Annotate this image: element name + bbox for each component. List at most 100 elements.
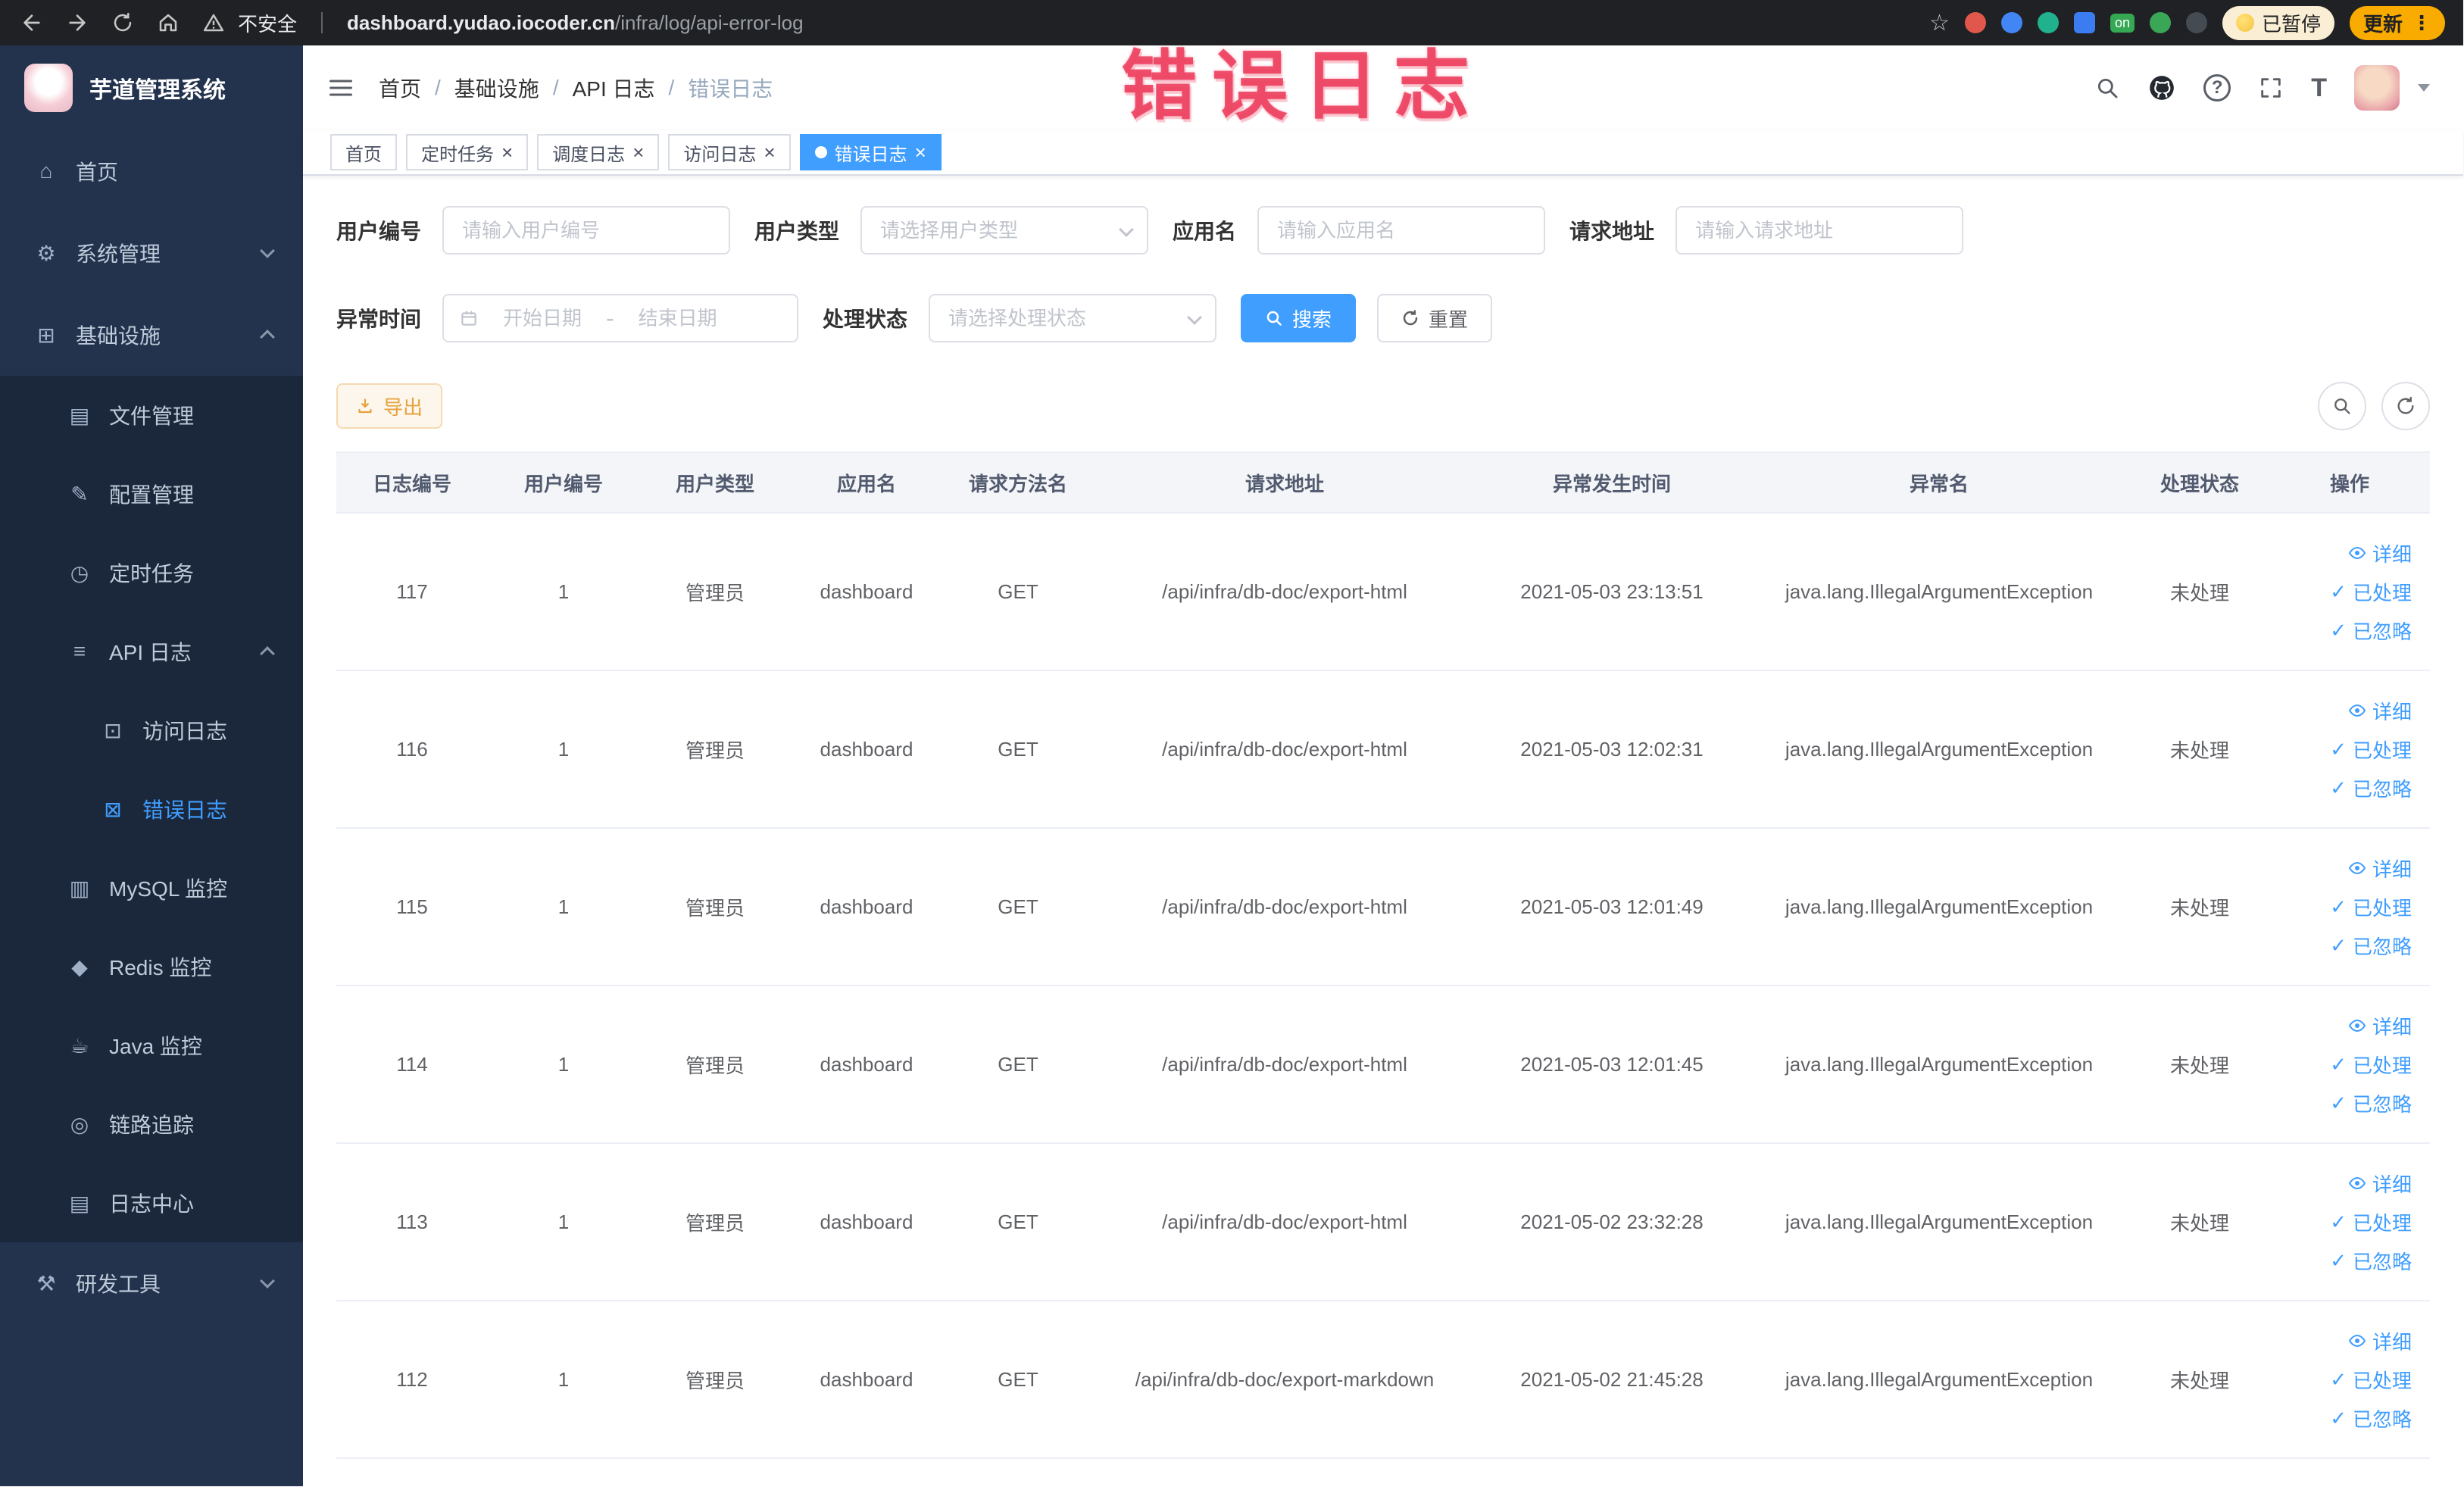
sidebar-item-api-log[interactable]: ≡ API 日志 [0, 612, 303, 691]
address-url[interactable]: dashboard.yudao.iocoder.cn/infra/log/api… [347, 11, 804, 35]
tab-home[interactable]: 首页 [330, 134, 397, 170]
sidebar-item-home[interactable]: ⌂ 首页 [0, 130, 303, 212]
back-icon[interactable] [18, 9, 45, 36]
sidebar-item-infrastructure[interactable]: ⊞ 基础设施 [0, 294, 303, 376]
mark-processed-link[interactable]: ✓ 已处理 [2330, 1051, 2412, 1079]
breadcrumb-home[interactable]: 首页 [379, 73, 421, 103]
download-icon [356, 397, 374, 415]
mark-processed-link[interactable]: ✓ 已处理 [2330, 1208, 2412, 1236]
detail-link[interactable]: 详细 [2348, 1170, 2412, 1198]
browser-update-button[interactable]: 更新 ⋮ [2349, 5, 2445, 40]
sidebar-item-access-log[interactable]: ⊡ 访问日志 [0, 691, 303, 770]
sidebar-item-error-log[interactable]: ⊠ 错误日志 [0, 770, 303, 848]
filter-app-name: 应用名 [1173, 206, 1546, 255]
close-icon[interactable]: × [764, 142, 775, 162]
column-header: 操作 [2269, 451, 2430, 514]
site-security-chip[interactable]: 不安全 [200, 9, 297, 37]
mark-processed-link[interactable]: ✓ 已处理 [2330, 1366, 2412, 1394]
extension-grid-icon[interactable] [2073, 12, 2095, 33]
cell-method: GET [942, 513, 1094, 671]
close-icon[interactable]: × [501, 142, 513, 162]
extension-icon-green[interactable] [2149, 12, 2171, 33]
toggle-search-button[interactable] [2318, 382, 2366, 430]
date-range-picker[interactable]: - [442, 294, 799, 342]
extension-icon-teal[interactable] [2037, 12, 2059, 33]
sidebar-item-cron-job[interactable]: ◷ 定时任务 [0, 533, 303, 612]
help-icon[interactable]: ? [2203, 74, 2231, 102]
check-icon: ✓ [2330, 1367, 2347, 1391]
close-icon[interactable]: × [632, 142, 644, 162]
breadcrumb-api-log[interactable]: API 日志 [573, 73, 655, 103]
cell-user-type: 管理员 [639, 670, 791, 829]
extension-icon-red[interactable] [1964, 12, 1986, 33]
tab-cron-job[interactable]: 定时任务 × [406, 134, 529, 170]
home-icon[interactable] [155, 9, 182, 36]
cell-method: GET [942, 986, 1094, 1144]
avatar-caret-down-icon[interactable] [2418, 84, 2430, 92]
detail-link[interactable]: 详细 [2348, 1012, 2412, 1040]
app-logo[interactable]: 芋道管理系统 [0, 45, 303, 130]
error-log-table: 日志编号 用户编号 用户类型 应用名 请求方法名 请求地址 异常发生时间 异常名… [336, 451, 2430, 1459]
sidebar-item-system-mgmt[interactable]: ⚙ 系统管理 [0, 212, 303, 294]
tab-error-log[interactable]: 错误日志 × [799, 134, 942, 170]
sidebar-item-config-mgmt[interactable]: ✎ 配置管理 [0, 455, 303, 533]
sidebar-item-mysql-monitor[interactable]: ▥ MySQL 监控 [0, 848, 303, 927]
cell-user-type: 管理员 [639, 986, 791, 1144]
bookmark-star-icon[interactable]: ☆ [1929, 10, 1950, 36]
mark-ignored-link[interactable]: ✓ 已忽略 [2330, 932, 2412, 960]
reload-icon[interactable] [109, 9, 136, 36]
user-type-select[interactable] [860, 206, 1149, 255]
sidebar-item-redis-monitor[interactable]: ◆ Redis 监控 [0, 927, 303, 1006]
fullscreen-icon[interactable] [2258, 75, 2284, 101]
mark-processed-link[interactable]: ✓ 已处理 [2330, 893, 2412, 921]
font-size-icon[interactable]: T [2311, 73, 2327, 103]
start-date-input[interactable] [488, 306, 598, 330]
column-header: 日志编号 [336, 451, 488, 514]
paused-extension-badge[interactable]: 已暂停 [2222, 5, 2334, 40]
tab-access-log[interactable]: 访问日志 × [668, 134, 791, 170]
cell-method: GET [942, 828, 1094, 986]
extension-icon-blue[interactable] [2000, 12, 2022, 33]
sidebar-item-java-monitor[interactable]: ☕ Java 监控 [0, 1006, 303, 1085]
end-date-input[interactable] [623, 306, 732, 330]
tab-dispatch-log[interactable]: 调度日志 × [537, 134, 660, 170]
detail-link[interactable]: 详细 [2348, 539, 2412, 567]
sidebar-item-log-center[interactable]: ▤ 日志中心 [0, 1164, 303, 1242]
mark-ignored-link[interactable]: ✓ 已忽略 [2330, 774, 2412, 802]
forward-icon[interactable] [64, 9, 91, 36]
cell-user-type: 管理员 [639, 513, 791, 671]
column-header: 请求地址 [1094, 451, 1476, 514]
app-name-input[interactable] [1257, 206, 1546, 255]
sidebar-item-file-mgmt[interactable]: ▤ 文件管理 [0, 376, 303, 455]
mark-ignored-link[interactable]: ✓ 已忽略 [2330, 1247, 2412, 1275]
mark-ignored-link[interactable]: ✓ 已忽略 [2330, 617, 2412, 645]
detail-link[interactable]: 详细 [2348, 697, 2412, 725]
mark-ignored-link[interactable]: ✓ 已忽略 [2330, 1404, 2412, 1432]
close-icon[interactable]: × [915, 142, 926, 162]
refresh-table-button[interactable] [2381, 382, 2430, 430]
target-icon: ◎ [70, 1112, 89, 1136]
user-id-input[interactable] [442, 206, 731, 255]
breadcrumb-infra[interactable]: 基础设施 [454, 73, 539, 103]
mark-ignored-link[interactable]: ✓ 已忽略 [2330, 1089, 2412, 1117]
mark-processed-link[interactable]: ✓ 已处理 [2330, 578, 2412, 606]
detail-link[interactable]: 详细 [2348, 854, 2412, 883]
sidebar-toggle-icon[interactable] [327, 74, 354, 102]
reset-button[interactable]: 重置 [1377, 294, 1493, 342]
document-icon: ≡ [73, 639, 86, 663]
request-url-input[interactable] [1675, 206, 1964, 255]
extension-icon-dark[interactable] [2185, 12, 2207, 33]
refresh-icon [1401, 309, 1419, 327]
sidebar-item-dev-tools[interactable]: ⚒ 研发工具 [0, 1242, 303, 1324]
process-status-select[interactable] [929, 294, 1217, 342]
proxy-on-badge[interactable]: on [2110, 13, 2135, 33]
export-button[interactable]: 导出 [336, 383, 443, 429]
github-icon[interactable] [2147, 73, 2176, 102]
detail-link[interactable]: 详细 [2348, 1327, 2412, 1355]
user-avatar[interactable] [2354, 65, 2400, 111]
date-range-separator: - [606, 304, 614, 332]
search-button[interactable]: 搜索 [1241, 294, 1357, 342]
sidebar-item-tracing[interactable]: ◎ 链路追踪 [0, 1085, 303, 1164]
mark-processed-link[interactable]: ✓ 已处理 [2330, 736, 2412, 764]
search-icon[interactable] [2094, 75, 2120, 101]
